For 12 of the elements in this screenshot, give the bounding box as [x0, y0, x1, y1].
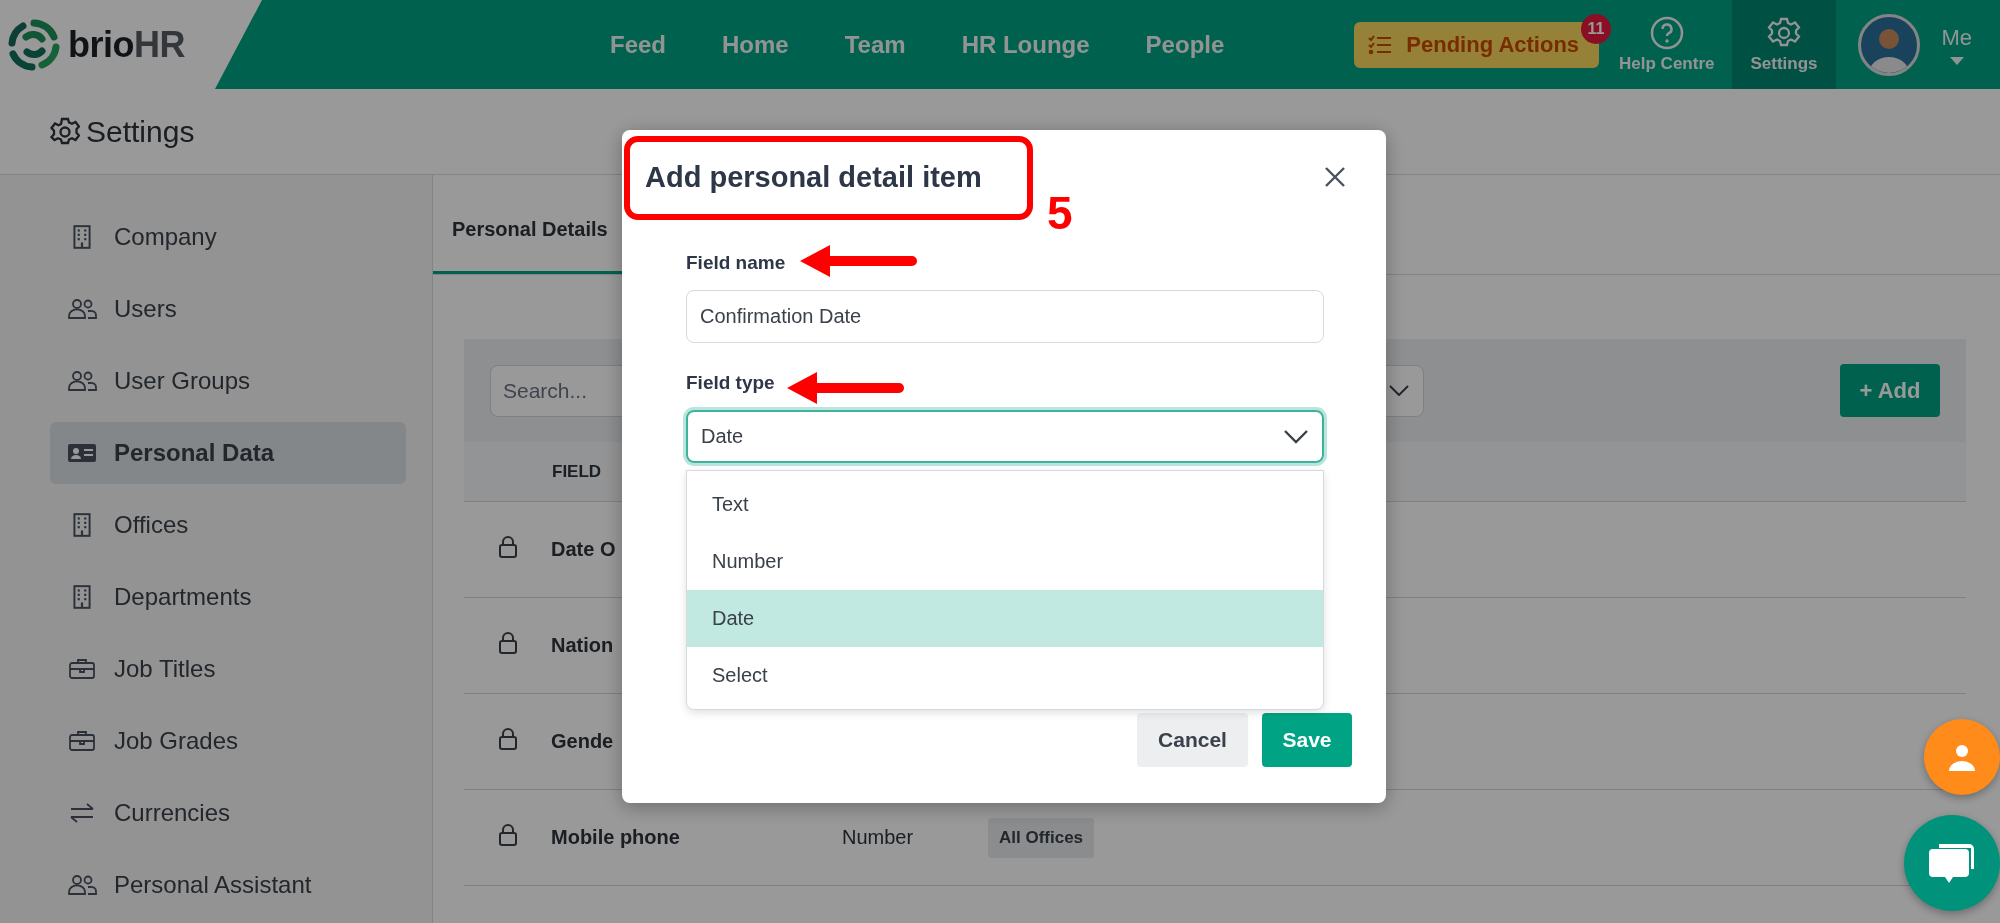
field-label: Field name [686, 252, 786, 274]
table-cell: Date O [551, 538, 616, 560]
field-label: Field type [686, 372, 775, 394]
office-tag: All Offices [988, 817, 1095, 858]
table-cell: Mobile phone [551, 826, 680, 848]
table-cell: Nation [551, 634, 614, 656]
table-cell: Gende [551, 730, 614, 752]
page-title: Settings [86, 114, 195, 149]
table-cell: Number [842, 826, 914, 848]
brand-name: brioHR [68, 23, 185, 66]
step-number: 5 [1047, 186, 1073, 240]
dialog-title: Add personal detail item [645, 160, 982, 194]
